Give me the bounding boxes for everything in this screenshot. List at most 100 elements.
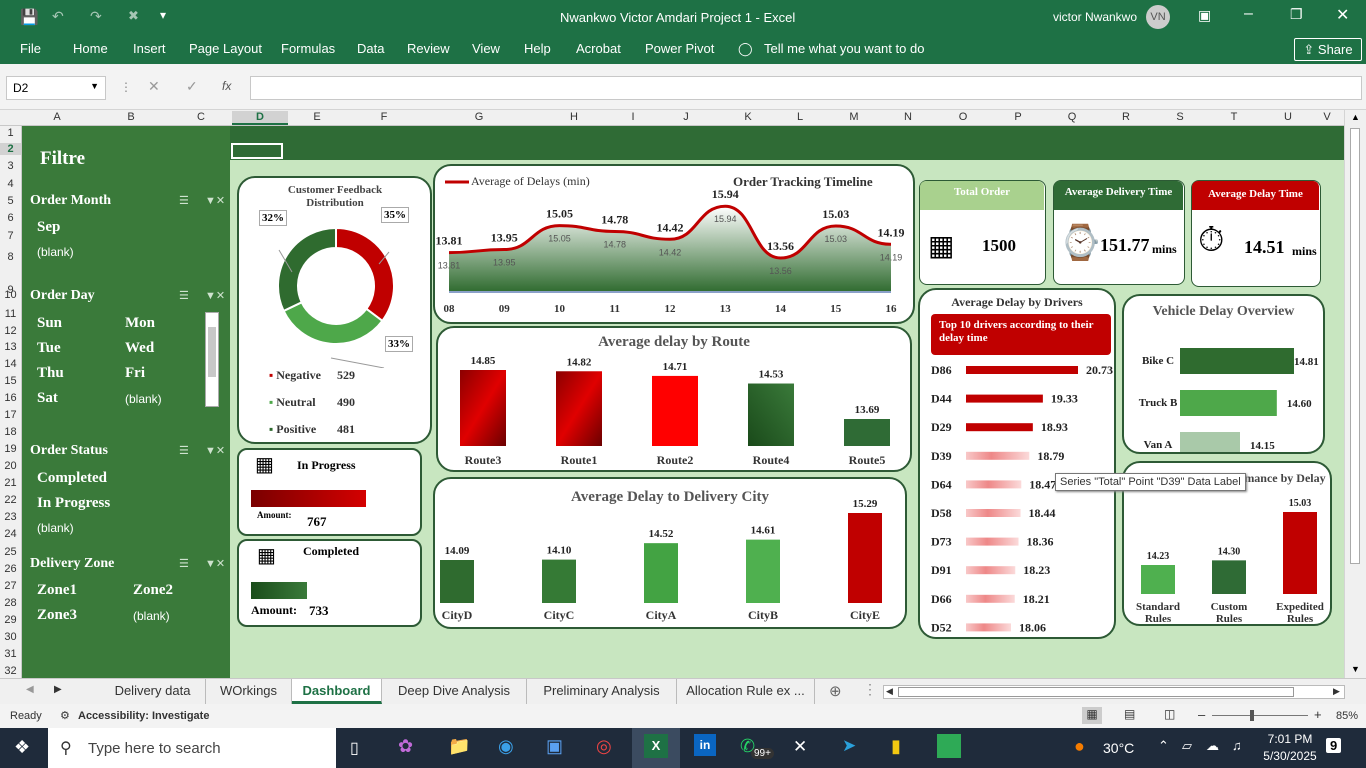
row-header-22[interactable]: 22 xyxy=(0,494,21,506)
row-header-4[interactable]: 4 xyxy=(0,178,21,190)
undo-icon[interactable]: ↶ xyxy=(52,8,64,25)
taskbar-search[interactable]: ⚲ Type here to search xyxy=(48,728,336,768)
scroll-thumb[interactable] xyxy=(898,687,1294,697)
column-header-g[interactable]: G xyxy=(422,111,536,123)
slicer-item-zone3[interactable]: Zone3 xyxy=(37,607,77,624)
slicer-item-completed[interactable]: Completed xyxy=(37,470,107,487)
row-header-12[interactable]: 12 xyxy=(0,325,21,337)
name-box[interactable]: D2 ▼ xyxy=(6,76,106,100)
zoom-handle[interactable] xyxy=(1250,710,1254,721)
scroll-up-icon[interactable]: ▲ xyxy=(1351,112,1360,122)
minimize-icon[interactable]: – xyxy=(1244,5,1253,23)
column-header-h[interactable]: H xyxy=(536,111,612,123)
scroll-left-icon[interactable]: ◀ xyxy=(886,686,893,697)
column-header-f[interactable]: F xyxy=(346,111,422,123)
sheet-tab-workings[interactable]: WOrkings xyxy=(206,679,292,704)
row-header-27[interactable]: 27 xyxy=(0,580,21,592)
row-header-7[interactable]: 7 xyxy=(0,230,21,242)
row-header-1[interactable]: 1 xyxy=(0,127,21,139)
scroll-thumb[interactable] xyxy=(208,327,216,377)
normal-view-icon[interactable]: ▦ xyxy=(1082,707,1102,724)
row-header-10[interactable]: 10 xyxy=(0,289,21,301)
column-header-s[interactable]: S xyxy=(1148,111,1212,123)
page-break-icon[interactable]: ◫ xyxy=(1164,707,1175,721)
row-header-3[interactable]: 3 xyxy=(0,160,21,172)
tab-power-pivot[interactable]: Power Pivot xyxy=(645,41,714,56)
column-header-r[interactable]: R xyxy=(1104,111,1148,123)
row-header-11[interactable]: 11 xyxy=(0,308,21,320)
row-header-32[interactable]: 32 xyxy=(0,665,21,677)
slicer-item-fri[interactable]: Fri xyxy=(125,365,145,382)
power-bi-icon[interactable]: ▮ xyxy=(891,736,901,757)
share-button[interactable]: ⇪ Share xyxy=(1294,38,1362,61)
edge-icon[interactable]: ◉ xyxy=(498,736,514,757)
customize-toolbar-icon[interactable]: ▾ xyxy=(160,8,166,22)
speaker-icon[interactable]: ♫ xyxy=(1232,738,1242,753)
page-layout-icon[interactable]: ▤ xyxy=(1124,707,1135,721)
row-header-5[interactable]: 5 xyxy=(0,195,21,207)
app-icon[interactable] xyxy=(937,734,961,758)
restore-icon[interactable]: ❐ xyxy=(1290,6,1303,23)
slicer-item-blank[interactable]: (blank) xyxy=(37,521,74,535)
row-header-14[interactable]: 14 xyxy=(0,358,21,370)
row-header-26[interactable]: 26 xyxy=(0,563,21,575)
chrome-icon[interactable]: ◎ xyxy=(596,736,612,757)
x-icon[interactable]: ✕ xyxy=(793,737,807,757)
multi-select-icon[interactable]: ☰ xyxy=(179,557,189,570)
column-header-p[interactable]: P xyxy=(996,111,1040,123)
tab-review[interactable]: Review xyxy=(407,41,450,56)
clear-filter-icon[interactable]: ▼✕ xyxy=(205,557,225,570)
zoom-level[interactable]: 85% xyxy=(1336,710,1358,722)
file-explorer-icon[interactable]: 📁 xyxy=(448,736,470,757)
task-view-icon[interactable]: ▯ xyxy=(350,738,359,758)
tray-chevron-icon[interactable]: ⌃ xyxy=(1158,738,1169,754)
clear-filter-icon[interactable]: ▼✕ xyxy=(205,194,225,207)
windows-start-icon[interactable]: ❖ xyxy=(14,737,30,758)
next-sheet-icon[interactable]: ▶ xyxy=(54,684,62,695)
slicer-item-blank[interactable]: (blank) xyxy=(37,245,74,259)
column-header-i[interactable]: I xyxy=(612,111,654,123)
row-header-29[interactable]: 29 xyxy=(0,614,21,626)
column-header-m[interactable]: M xyxy=(822,111,886,123)
column-header-q[interactable]: Q xyxy=(1040,111,1104,123)
sheet-tab-preliminary-analysis[interactable]: Preliminary Analysis xyxy=(527,679,677,704)
horizontal-scrollbar[interactable]: ◀ ▶ xyxy=(883,685,1345,699)
column-header-v[interactable]: V xyxy=(1320,111,1334,123)
tab-formulas[interactable]: Formulas xyxy=(281,41,335,56)
row-header-20[interactable]: 20 xyxy=(0,460,21,472)
slicer-item-mon[interactable]: Mon xyxy=(125,315,155,332)
slicer-item-thu[interactable]: Thu xyxy=(37,365,64,382)
slicer-item-sep[interactable]: Sep xyxy=(37,219,60,236)
row-header-15[interactable]: 15 xyxy=(0,375,21,387)
scroll-down-icon[interactable]: ▼ xyxy=(1351,664,1360,674)
row-header-23[interactable]: 23 xyxy=(0,511,21,523)
tell-me-search[interactable]: Tell me what you want to do xyxy=(764,41,924,56)
sheet-tab-dashboard[interactable]: Dashboard xyxy=(292,679,382,704)
row-header-19[interactable]: 19 xyxy=(0,443,21,455)
row-header-2[interactable]: 2 xyxy=(0,143,21,155)
slicer-item-tue[interactable]: Tue xyxy=(37,340,61,357)
scroll-right-icon[interactable]: ▶ xyxy=(1333,686,1340,697)
copilot-icon[interactable]: ✿ xyxy=(398,736,413,757)
column-header-j[interactable]: J xyxy=(654,111,718,123)
insert-function-icon[interactable]: fx xyxy=(222,79,231,93)
clear-filter-icon[interactable]: ✖ xyxy=(128,8,139,24)
telegram-icon[interactable]: ➤ xyxy=(842,736,856,756)
cloud-icon[interactable]: ☁ xyxy=(1206,738,1219,754)
row-header-25[interactable]: 25 xyxy=(0,546,21,558)
zoom-in-icon[interactable]: + xyxy=(1314,707,1322,722)
clear-filter-icon[interactable]: ▼✕ xyxy=(205,289,225,302)
prev-sheet-icon[interactable]: ◀ xyxy=(26,684,34,695)
cancel-icon[interactable]: ✕ xyxy=(148,78,160,95)
tab-insert[interactable]: Insert xyxy=(133,41,166,56)
row-header-28[interactable]: 28 xyxy=(0,597,21,609)
excel-icon[interactable]: X xyxy=(644,734,668,758)
multi-select-icon[interactable]: ☰ xyxy=(179,289,189,302)
column-header-c[interactable]: C xyxy=(170,111,232,123)
row-header-31[interactable]: 31 xyxy=(0,648,21,660)
scroll-thumb[interactable] xyxy=(1350,128,1360,564)
row-header-8[interactable]: 8 xyxy=(0,251,21,263)
tab-page-layout[interactable]: Page Layout xyxy=(189,41,262,56)
add-sheet-icon[interactable]: ⊕ xyxy=(829,682,842,700)
multi-select-icon[interactable]: ☰ xyxy=(179,444,189,457)
